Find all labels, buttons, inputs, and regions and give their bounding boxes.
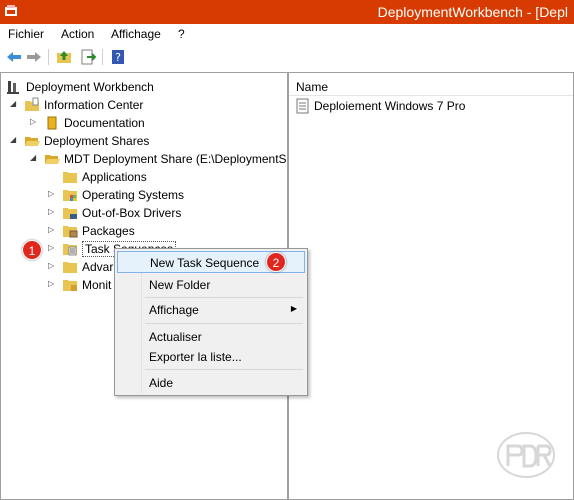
toolbar-separator bbox=[48, 49, 49, 65]
expand-arrow-icon[interactable]: ▷ bbox=[48, 279, 58, 291]
folder-task-sequence-icon bbox=[63, 244, 77, 256]
menu-affichage[interactable]: Affichage bbox=[111, 27, 161, 41]
tree-label: Out-of-Box Drivers bbox=[82, 206, 182, 220]
tree-label: Advar bbox=[82, 260, 114, 274]
tree-item-monitoring[interactable]: ▷ Monit bbox=[48, 276, 118, 294]
menu-bar: Fichier Action Affichage ? bbox=[0, 24, 574, 44]
step-badge-1: 1 bbox=[22, 240, 42, 260]
folder-os-icon bbox=[63, 190, 77, 201]
step-badge-2: 2 bbox=[266, 252, 286, 272]
folder-open-icon bbox=[25, 137, 40, 146]
menu-item-aide[interactable]: Aide bbox=[117, 372, 305, 394]
export-list-icon[interactable] bbox=[80, 49, 96, 65]
collapse-arrow-icon[interactable]: ◢ bbox=[10, 99, 20, 111]
tree-item-packages[interactable]: ▷ Packages bbox=[48, 222, 282, 240]
tree-label: Applications bbox=[82, 170, 147, 184]
tree-label: Monit bbox=[82, 278, 112, 292]
tree-label: Packages bbox=[82, 224, 135, 238]
menu-item-exporter-la-liste[interactable]: Exporter la liste... bbox=[117, 346, 305, 368]
menu-separator bbox=[145, 297, 303, 298]
collapse-arrow-icon[interactable]: ◢ bbox=[30, 153, 40, 165]
menu-item-label: New Folder bbox=[149, 278, 211, 292]
menu-item-label: Actualiser bbox=[149, 330, 202, 344]
help-book-icon[interactable]: ? bbox=[110, 49, 126, 65]
menu-item-label: New Task Sequence bbox=[150, 256, 260, 270]
expand-arrow-icon[interactable]: ▷ bbox=[48, 189, 58, 201]
list-item-label: Deploiement Windows 7 Pro bbox=[314, 99, 466, 113]
tree-label: Information Center bbox=[44, 98, 144, 112]
tree-label: MDT Deployment Share (E:\DeploymentSl bbox=[64, 152, 286, 166]
tree-item-deployment-shares[interactable]: ◢ Deployment Shares bbox=[10, 132, 280, 150]
toolbar: ? bbox=[0, 44, 574, 70]
workbench-icon bbox=[7, 81, 19, 94]
svg-text:?: ? bbox=[115, 51, 121, 64]
tree-item-applications[interactable]: Applications bbox=[62, 168, 282, 186]
collapse-arrow-icon[interactable]: ◢ bbox=[10, 135, 20, 147]
menu-action[interactable]: Action bbox=[61, 27, 94, 41]
folder-info-icon bbox=[25, 97, 39, 111]
folder-drivers-icon bbox=[63, 208, 77, 219]
menu-separator bbox=[145, 369, 303, 370]
tree-item-operating-systems[interactable]: ▷ Operating Systems bbox=[48, 186, 282, 204]
folder-monitoring-icon bbox=[63, 280, 77, 291]
column-header-name[interactable]: Name bbox=[296, 80, 328, 94]
watermark-logo-icon bbox=[497, 432, 555, 478]
menu-item-label: Exporter la liste... bbox=[149, 350, 242, 364]
toolbar-separator bbox=[102, 49, 103, 65]
book-icon bbox=[47, 116, 57, 130]
tree-item-information-center[interactable]: ◢ Information Center bbox=[10, 96, 280, 114]
expand-arrow-icon[interactable]: ▷ bbox=[48, 243, 58, 255]
menu-item-label: Aide bbox=[149, 376, 174, 390]
tree-label: Documentation bbox=[64, 116, 145, 130]
submenu-arrow-icon: ▶ bbox=[290, 304, 297, 313]
tree-item-out-of-box-drivers[interactable]: ▷ Out-of-Box Drivers bbox=[48, 204, 282, 222]
tree-label: Operating Systems bbox=[82, 188, 185, 202]
menu-item-affichage[interactable]: Affichage ▶ bbox=[117, 299, 305, 321]
window-title: DeploymentWorkbench - [Depl bbox=[377, 4, 568, 20]
expand-arrow-icon[interactable]: ▷ bbox=[48, 261, 58, 273]
title-bar: DeploymentWorkbench - [Depl bbox=[0, 0, 574, 24]
tree-item-documentation[interactable]: ▷ Documentation bbox=[30, 114, 280, 132]
menu-item-actualiser[interactable]: Actualiser bbox=[117, 326, 305, 348]
menu-fichier[interactable]: Fichier bbox=[8, 27, 44, 41]
menu-item-label: Affichage bbox=[149, 303, 199, 317]
folder-icon bbox=[63, 262, 77, 273]
tree-item-advanced-configuration[interactable]: ▷ Advar bbox=[48, 258, 118, 276]
expand-arrow-icon[interactable]: ▷ bbox=[48, 225, 58, 237]
folder-icon bbox=[63, 172, 77, 183]
forward-arrow-icon[interactable] bbox=[26, 49, 42, 65]
back-arrow-icon[interactable] bbox=[6, 49, 22, 65]
tree-label: Deployment Shares bbox=[44, 134, 150, 148]
app-icon bbox=[5, 5, 17, 16]
tree-item-mdt-deployment-share[interactable]: ◢ MDT Deployment Share (E:\DeploymentSl bbox=[30, 150, 286, 168]
expand-arrow-icon[interactable]: ▷ bbox=[48, 207, 58, 219]
tree-label: Deployment Workbench bbox=[26, 80, 154, 94]
task-sequence-document-icon bbox=[296, 98, 309, 114]
up-folder-icon[interactable] bbox=[56, 49, 72, 65]
tree-item-deployment-workbench[interactable]: Deployment Workbench bbox=[6, 78, 276, 96]
menu-separator bbox=[145, 323, 303, 324]
folder-packages-icon bbox=[63, 226, 78, 238]
menu-item-new-folder[interactable]: New Folder bbox=[117, 274, 305, 296]
menu-help[interactable]: ? bbox=[178, 27, 185, 41]
folder-open-icon bbox=[45, 155, 60, 164]
column-header-divider bbox=[289, 95, 573, 96]
expand-arrow-icon[interactable]: ▷ bbox=[30, 117, 40, 129]
